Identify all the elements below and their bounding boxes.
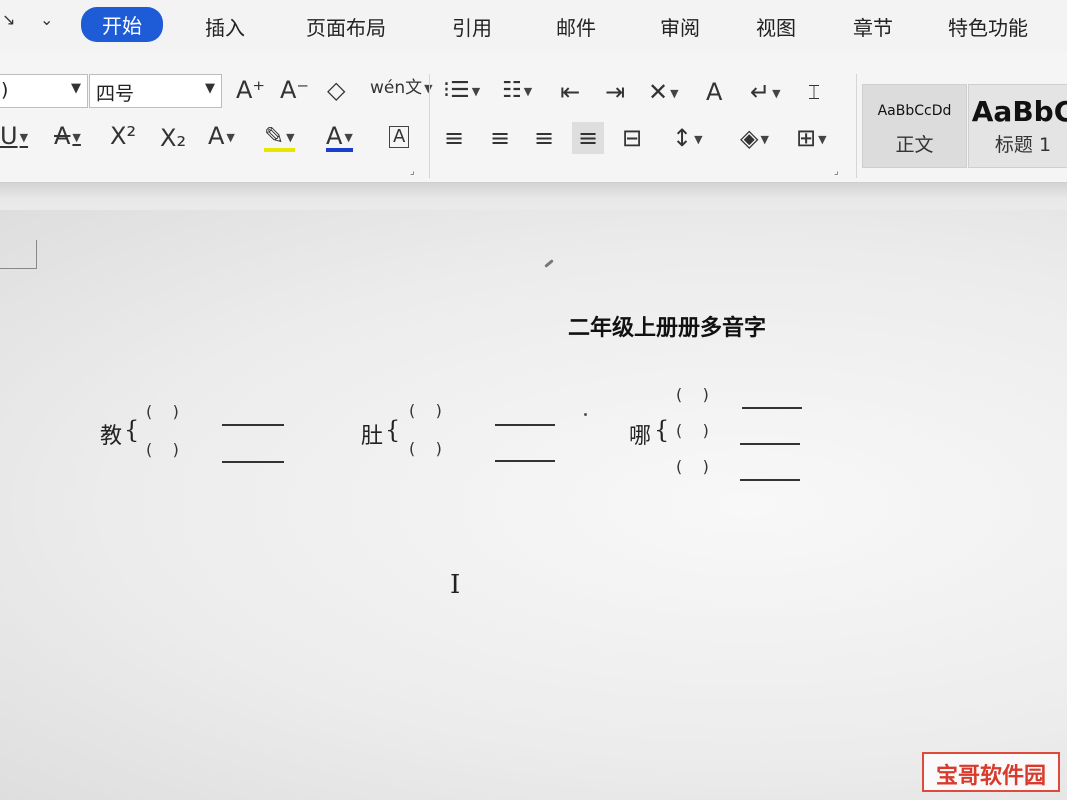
word-blank [742,407,802,409]
polyphone-char: 哪 [629,424,652,449]
superscript-icon[interactable]: X² [110,124,136,148]
shading-icon[interactable]: ◈ ▼ [740,126,769,150]
style-normal[interactable]: AaBbCcDd 正文 [862,84,967,168]
watermark-logo: 宝哥软件园 [922,752,1060,792]
text-effect-icon[interactable]: A ▼ [208,124,235,148]
tab-special-features[interactable]: 特色功能 [948,12,1028,41]
paragraph-dialog-launcher-icon[interactable]: ⌟ [834,166,839,177]
ruler-icon[interactable]: ⌶ [808,82,820,102]
align-right-icon[interactable]: ≡ [534,126,554,150]
increase-indent-icon[interactable]: ⇥ [605,80,625,104]
tab-references[interactable]: 引用 [452,12,492,41]
text-direction-icon[interactable]: A [706,80,722,104]
numbering-icon[interactable]: ☷ ▼ [502,80,532,102]
pinyin-guide-icon[interactable]: wén文▼ [370,80,433,97]
clear-format-icon[interactable]: ◇ [327,78,345,102]
pinyin-paren: ( ) [676,421,709,440]
collapse-icon[interactable]: ↘ [2,10,15,29]
align-left-icon[interactable]: ≡ [444,126,464,150]
chevron-down-icon[interactable]: ▼ [71,81,81,96]
grow-font-icon[interactable]: A⁺ [236,78,265,102]
strikethrough-icon[interactable]: A ▼ [54,124,81,148]
line-break-icon[interactable]: ↵ ▼ [750,80,781,104]
chevron-down-icon[interactable]: ▼ [205,81,215,96]
text-cursor-icon: I [450,570,461,600]
char-border-icon[interactable]: A [389,126,410,148]
pinyin-paren: ( ) [146,402,179,421]
chinese-layout-icon[interactable]: ✕ ▼ [648,80,679,104]
font-name-combo[interactable]: ) ▼ [0,74,88,108]
brace: { [654,416,670,444]
wps-writer-window: ↘ ⌄ 开始 插入 页面布局 引用 邮件 审阅 视图 章节 特色功能 ) ▼ 四… [0,0,1067,800]
word-blank [740,479,800,481]
page-margin-marker [0,240,37,269]
borders-icon[interactable]: ⊞ ▼ [796,126,827,150]
tab-insert[interactable]: 插入 [205,12,245,41]
polyphone-char: 肚 [361,424,384,449]
word-blank [222,461,284,463]
shrink-font-icon[interactable]: A⁻ [280,78,309,102]
subscript-icon[interactable]: X₂ [160,126,186,150]
font-dialog-launcher-icon[interactable]: ⌟ [410,166,415,177]
quick-access-dropdown-icon[interactable]: ⌄ [40,10,53,29]
brace: { [385,416,401,444]
group-separator [856,74,857,178]
line-spacing-icon[interactable]: ↕ ▼ [672,126,703,150]
tab-view[interactable]: 视图 [756,12,796,41]
bullets-icon[interactable]: ⁝☰ ▼ [443,80,480,102]
pinyin-paren: ( ) [409,401,442,420]
tab-review[interactable]: 审阅 [660,12,700,41]
pinyin-paren: ( ) [676,385,709,404]
word-blank [222,424,284,426]
justify-icon[interactable]: ≡ [572,122,605,154]
pinyin-paren: ( ) [409,439,442,458]
word-blank [740,443,800,445]
tab-chapter[interactable]: 章节 [853,12,893,41]
underline-icon[interactable]: U ▼ [0,124,28,148]
pinyin-paren: ( ) [146,440,179,459]
tab-home[interactable]: 开始 [81,7,163,42]
tab-page-layout[interactable]: 页面布局 [306,12,386,41]
style-heading-1[interactable]: AaBbC 标题 1 [968,84,1067,168]
group-separator [429,74,430,178]
document-page[interactable] [0,210,1067,800]
distributed-align-icon[interactable]: ⊟ [622,126,642,150]
font-size-combo[interactable]: 四号 ▼ [89,74,222,108]
brace: { [124,416,140,444]
align-center-icon[interactable]: ≡ [490,126,510,150]
font-color-icon[interactable]: A ▼ [326,124,353,152]
ribbon-tab-bar: ↘ ⌄ 开始 插入 页面布局 引用 邮件 审阅 视图 章节 特色功能 [0,0,1067,52]
word-blank [495,424,555,426]
polyphone-char: 教 [100,424,123,449]
decrease-indent-icon[interactable]: ⇤ [560,80,580,104]
ribbon-home: ) ▼ 四号 ▼ A⁺ A⁻ ◇ wén文▼ U▼ A▼ X² X₂ A▼ ✎▼… [0,52,1067,183]
word-blank [495,460,555,462]
tab-mailings[interactable]: 邮件 [556,12,596,41]
highlight-icon[interactable]: ✎ ▼ [264,124,295,152]
pinyin-paren: ( ) [676,457,709,476]
screen-speck [584,413,587,416]
document-title: 二年级上册册多音字 [568,316,767,341]
